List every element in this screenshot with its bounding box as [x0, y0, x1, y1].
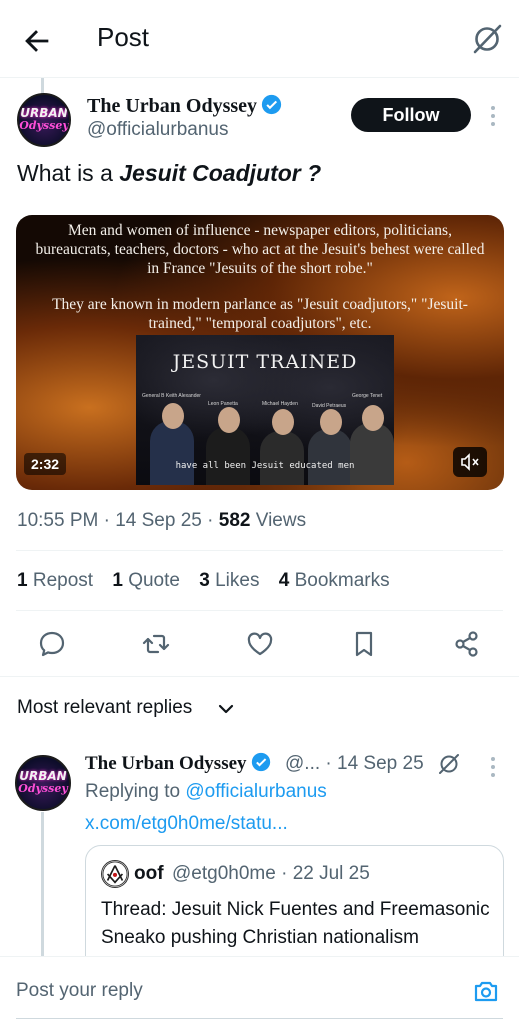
reply-input[interactable] — [16, 957, 456, 1024]
reply-more-options-icon[interactable] — [490, 757, 496, 781]
masonic-avatar-icon — [101, 860, 129, 888]
stat-reposts[interactable]: 1 Repost — [17, 570, 93, 591]
avatar[interactable]: URBAN Odyssey — [17, 93, 71, 147]
video-caption-2: They are known in modern parlance as "Je… — [52, 296, 468, 332]
grok-icon[interactable] — [470, 22, 504, 56]
chevron-down-icon[interactable] — [217, 700, 235, 718]
divider — [16, 610, 503, 611]
divider — [16, 550, 503, 551]
verified-badge-icon — [261, 94, 282, 115]
stat-bookmarks[interactable]: 4 Bookmarks — [279, 570, 390, 591]
verified-badge-icon — [251, 752, 270, 772]
divider — [0, 676, 519, 677]
post-timestamp: 10:55 PM · 14 Sep 25 · 582 Views — [17, 510, 307, 531]
repost-icon[interactable] — [141, 629, 171, 659]
more-options-icon[interactable] — [490, 106, 496, 130]
reply-icon[interactable] — [37, 629, 67, 659]
share-icon[interactable] — [452, 629, 482, 659]
quote-text: Thread: Jesuit Nick Fuentes and Freemaso… — [101, 899, 490, 948]
video-player[interactable]: Men and women of influence - newspaper e… — [16, 215, 504, 490]
author-handle[interactable]: @officialurbanus — [87, 119, 228, 141]
mute-icon[interactable] — [453, 447, 487, 477]
page-title: Post — [97, 22, 150, 52]
panel-title: Jesuit Trained — [172, 351, 358, 373]
quote-meta: @etg0h0me · 22 Jul 25 — [172, 863, 370, 884]
reply-avatar[interactable]: URBAN Odyssey — [15, 755, 71, 811]
reply-link[interactable]: x.com/etg0h0me/statu... — [85, 813, 288, 835]
thread-connector — [41, 812, 44, 962]
reply-author-name[interactable]: The Urban Odyssey — [85, 752, 271, 775]
replying-to-handle[interactable]: @officialurbanus — [185, 781, 326, 802]
person-figure — [150, 403, 194, 485]
author-name[interactable]: The Urban Odyssey — [87, 95, 257, 117]
person-figure — [350, 405, 394, 485]
views-count: 582 — [218, 510, 251, 531]
stat-quotes[interactable]: 1 Quote — [112, 570, 180, 591]
stat-likes[interactable]: 3 Likes — [199, 570, 259, 591]
replies-sort-heading[interactable]: Most relevant replies — [17, 697, 192, 719]
quote-author-name[interactable]: oof — [134, 863, 164, 885]
post-text: What is a Jesuit Coadjutor ? — [17, 160, 322, 186]
back-arrow-icon[interactable] — [20, 24, 54, 58]
video-caption-1: Men and women of influence - newspaper e… — [35, 222, 485, 277]
top-bar: Post — [0, 0, 519, 78]
person-figure — [206, 407, 250, 485]
replying-to: Replying to @officialurbanus — [85, 781, 327, 802]
thread-connector — [41, 78, 44, 94]
grok-icon[interactable] — [437, 752, 461, 776]
person-figure — [308, 409, 352, 485]
video-frame-panel: Jesuit Trained General B Keith Alexander… — [136, 335, 394, 485]
composer-underline — [16, 1018, 503, 1019]
camera-icon[interactable] — [472, 977, 500, 1005]
reply-composer — [0, 956, 519, 1024]
follow-button[interactable]: Follow — [351, 98, 471, 132]
video-subtitle: have all been Jesuit educated men — [175, 461, 355, 471]
bookmark-icon[interactable] — [349, 629, 379, 659]
person-figure — [260, 409, 304, 485]
post-author[interactable]: The Urban Odyssey — [87, 94, 282, 118]
video-duration: 2:32 — [24, 453, 67, 475]
reply-meta: @... · 14 Sep 25 — [285, 753, 424, 774]
like-icon[interactable] — [245, 629, 275, 659]
post-stats: 1 Repost 1 Quote 3 Likes 4 Bookmarks — [17, 570, 404, 592]
